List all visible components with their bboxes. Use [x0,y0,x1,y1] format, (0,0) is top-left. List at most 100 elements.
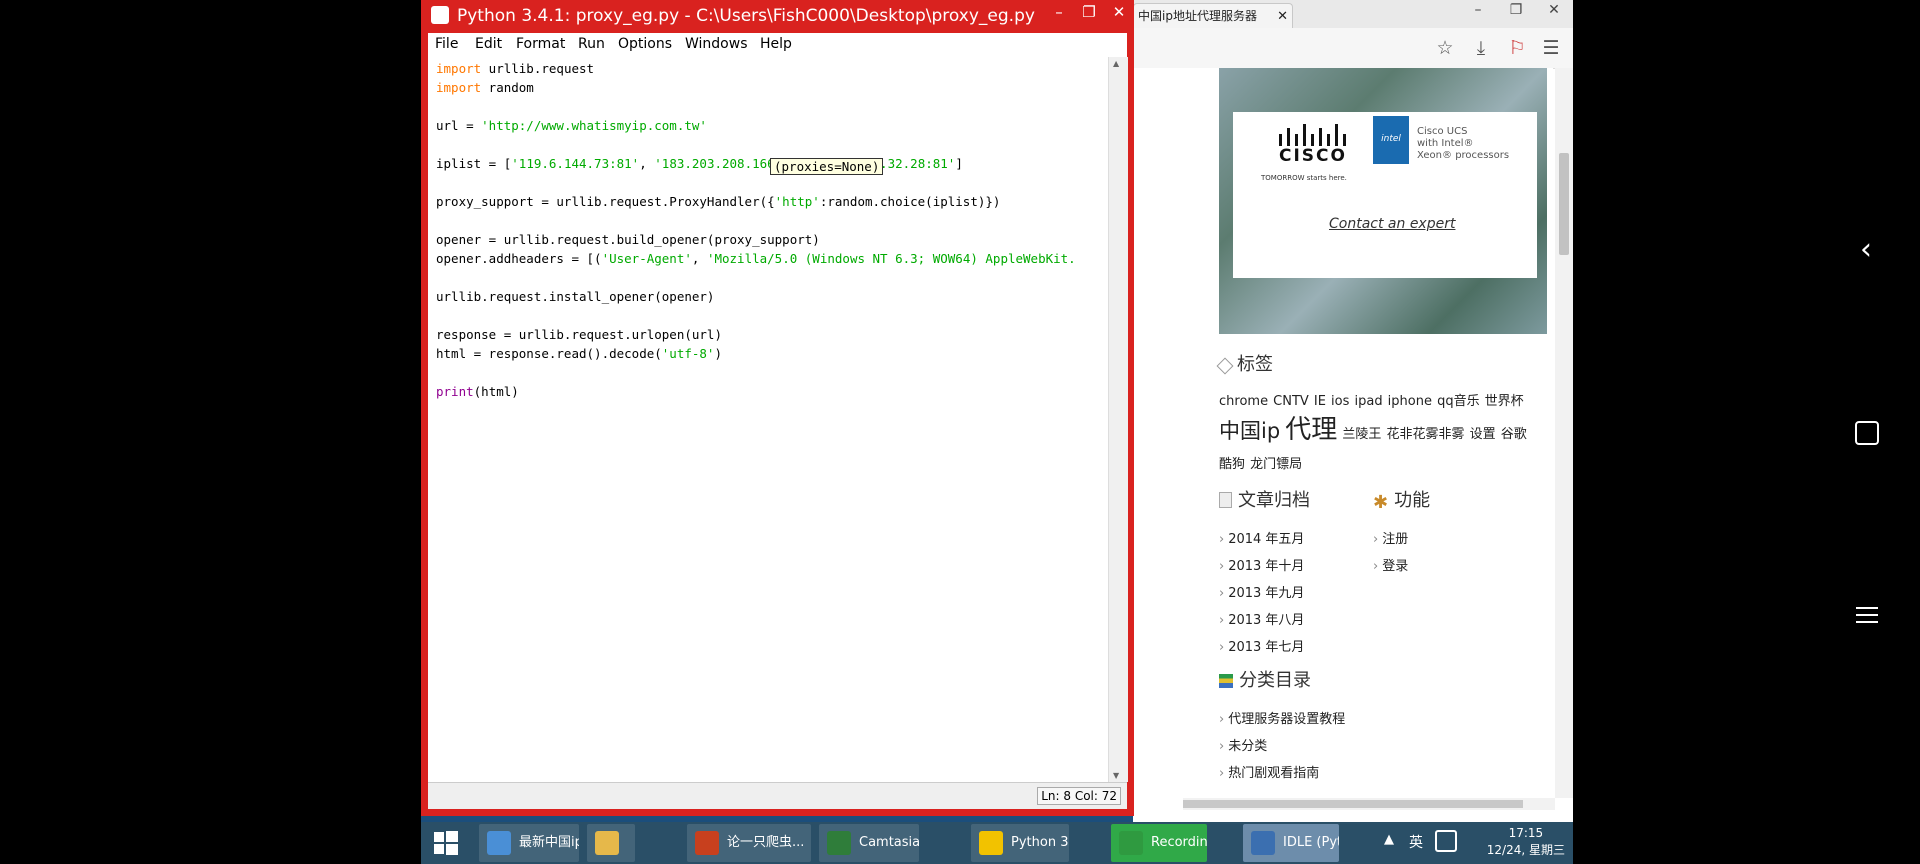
categories-title-text: 分类目录 [1239,670,1311,691]
browser-tab-title: 中国ip地址代理服务器 [1138,9,1257,23]
tag-link[interactable]: ios [1331,394,1349,409]
system-clock[interactable]: 17:15 12/24, 星期三 [1487,825,1565,859]
cisco-ad-banner[interactable]: CISCO TOMORROW starts here. intel Cisco … [1219,68,1547,334]
restore-icon[interactable]: ❐ [1074,3,1104,21]
code-line: proxy_support = urllib.request.ProxyHand… [436,194,1001,209]
tray-arrow-icon[interactable]: ▲ [1384,832,1394,847]
android-recents-icon[interactable] [1855,421,1879,445]
ime-indicator[interactable]: 英 [1409,832,1423,852]
menu-options[interactable]: Options [618,36,672,52]
tag-link[interactable]: 酷狗 [1219,457,1245,472]
close-icon[interactable]: ✕ [1104,3,1134,21]
tag-link[interactable]: 谷歌 [1501,427,1527,442]
android-menu-icon[interactable] [1856,602,1878,628]
taskbar: 最新中国ip... 论一只爬虫... Camtasia ... Python 3.4.… [421,822,1573,864]
archive-item[interactable]: › 2013 年十月 [1219,553,1304,580]
idle-statusbar: Ln: 8 Col: 72 [428,782,1127,809]
menu-format[interactable]: Format [516,36,565,52]
taskbar-app-icon [487,831,511,855]
taskbar-button[interactable]: IDLE (Pyt... [1243,824,1339,862]
archive-item[interactable]: › 2013 年八月 [1219,607,1304,634]
tag-link[interactable]: 中国ip [1219,419,1280,443]
code-line: import random [436,80,534,95]
extension-icon[interactable]: ⚐ [1505,36,1529,60]
taskbar-button[interactable]: Python 3.4... [971,824,1069,862]
tags-widget-title: 标签 [1216,350,1273,376]
tag-link[interactable]: qq音乐 [1437,394,1480,409]
function-item[interactable]: › 注册 [1373,526,1408,553]
clock-date: 12/24, 星期三 [1486,843,1565,857]
code-editor[interactable]: import urllib.request import random url = … [428,57,1108,782]
function-item[interactable]: › 登录 [1373,553,1408,580]
taskbar-button-label: Camtasia ... [859,835,919,850]
editor-scrollbar[interactable]: ▲ ▼ [1108,57,1128,782]
category-item[interactable]: › 热门剧观看指南 [1219,760,1345,787]
download-icon[interactable]: ⤓ [1469,36,1493,60]
tag-link[interactable]: IE [1314,394,1326,409]
browser-vertical-scrollbar[interactable] [1555,68,1573,798]
restore-icon[interactable]: ❐ [1501,2,1531,18]
scroll-down-icon[interactable]: ▼ [1113,771,1119,780]
tag-link[interactable]: CNTV [1273,394,1309,409]
windows-start-icon[interactable] [433,830,459,856]
taskbar-button[interactable]: Camtasia ... [819,824,919,862]
minimize-icon[interactable]: – [1044,3,1074,21]
tag-link[interactable]: 兰陵王 [1342,427,1381,442]
taskbar-app-icon [695,831,719,855]
taskbar-button[interactable]: Recording... [1111,824,1207,862]
functions-title-text: 功能 [1394,490,1431,511]
minimize-icon[interactable]: – [1463,2,1493,18]
close-icon[interactable]: ✕ [1539,2,1569,18]
tag-link[interactable]: chrome [1219,394,1268,409]
taskbar-app-icon [827,831,851,855]
tags-title-text: 标签 [1237,354,1273,375]
tag-link[interactable]: ipad [1354,394,1382,409]
tag-link[interactable]: 花非花雾非雾 [1386,427,1464,442]
menu-windows[interactable]: Windows [685,36,748,52]
cisco-tagline: TOMORROW starts here. [1261,174,1347,182]
scroll-thumb[interactable] [1559,153,1569,255]
close-tab-icon[interactable]: ✕ [1277,4,1288,28]
taskbar-button[interactable]: 最新中国ip... [479,824,579,862]
idle-window-title: Python 3.4.1: proxy_eg.py - C:\Users\Fis… [457,6,1035,26]
idle-titlebar[interactable]: Python 3.4.1: proxy_eg.py - C:\Users\Fis… [421,0,1134,30]
idle-app-icon [431,6,449,24]
archive-item[interactable]: › 2013 年七月 [1219,634,1304,661]
contact-expert-link[interactable]: Contact an expert [1329,216,1455,232]
menu-help[interactable]: Help [760,36,792,52]
browser-toolbar: ☆ ⤓ ⚐ ☰ [1133,28,1573,69]
archive-item[interactable]: › 2013 年九月 [1219,580,1304,607]
menu-edit[interactable]: Edit [475,36,502,52]
gear-icon: ✱ [1373,492,1389,513]
idle-menubar: File Edit Format Run Options Windows Hel… [428,33,1127,58]
taskbar-button[interactable]: 论一只爬虫... [687,824,811,862]
tag-link[interactable]: 世界杯 [1485,394,1524,409]
browser-tab[interactable]: 中国ip地址代理服务器 ✕ [1133,3,1293,28]
category-item[interactable]: › 代理服务器设置教程 [1219,706,1345,733]
archive-item[interactable]: › 2014 年五月 [1219,526,1304,553]
scroll-thumb[interactable] [1183,800,1523,808]
browser-horizontal-scrollbar[interactable] [1183,798,1555,810]
archive-widget-title: 文章归档 [1219,486,1310,512]
intel-badge: intel [1373,116,1409,164]
network-icon[interactable] [1435,830,1457,852]
category-item[interactable]: › 未分类 [1219,733,1345,760]
code-line: opener = urllib.request.build_opener(pro… [436,232,820,247]
bookmark-star-icon[interactable]: ☆ [1433,36,1457,60]
code-line: urllib.request.install_opener(opener) [436,289,715,304]
cisco-brand: CISCO [1279,146,1347,166]
android-back-icon[interactable]: ‹ [1860,232,1872,267]
menu-file[interactable]: File [435,36,458,52]
taskbar-app-icon [595,831,619,855]
code-line: url = 'http://www.whatismyip.com.tw' [436,118,707,133]
scroll-up-icon[interactable]: ▲ [1113,59,1119,68]
taskbar-button[interactable] [587,824,635,862]
tag-link[interactable]: 设置 [1470,427,1496,442]
tag-link[interactable]: 代理 [1285,415,1337,445]
tag-link[interactable]: 龙门镖局 [1250,457,1302,472]
code-line: import urllib.request [436,61,595,76]
menu-run[interactable]: Run [578,36,605,52]
menu-icon[interactable]: ☰ [1539,36,1563,60]
tag-link[interactable]: iphone [1388,394,1432,409]
taskbar-app-icon [1251,831,1275,855]
